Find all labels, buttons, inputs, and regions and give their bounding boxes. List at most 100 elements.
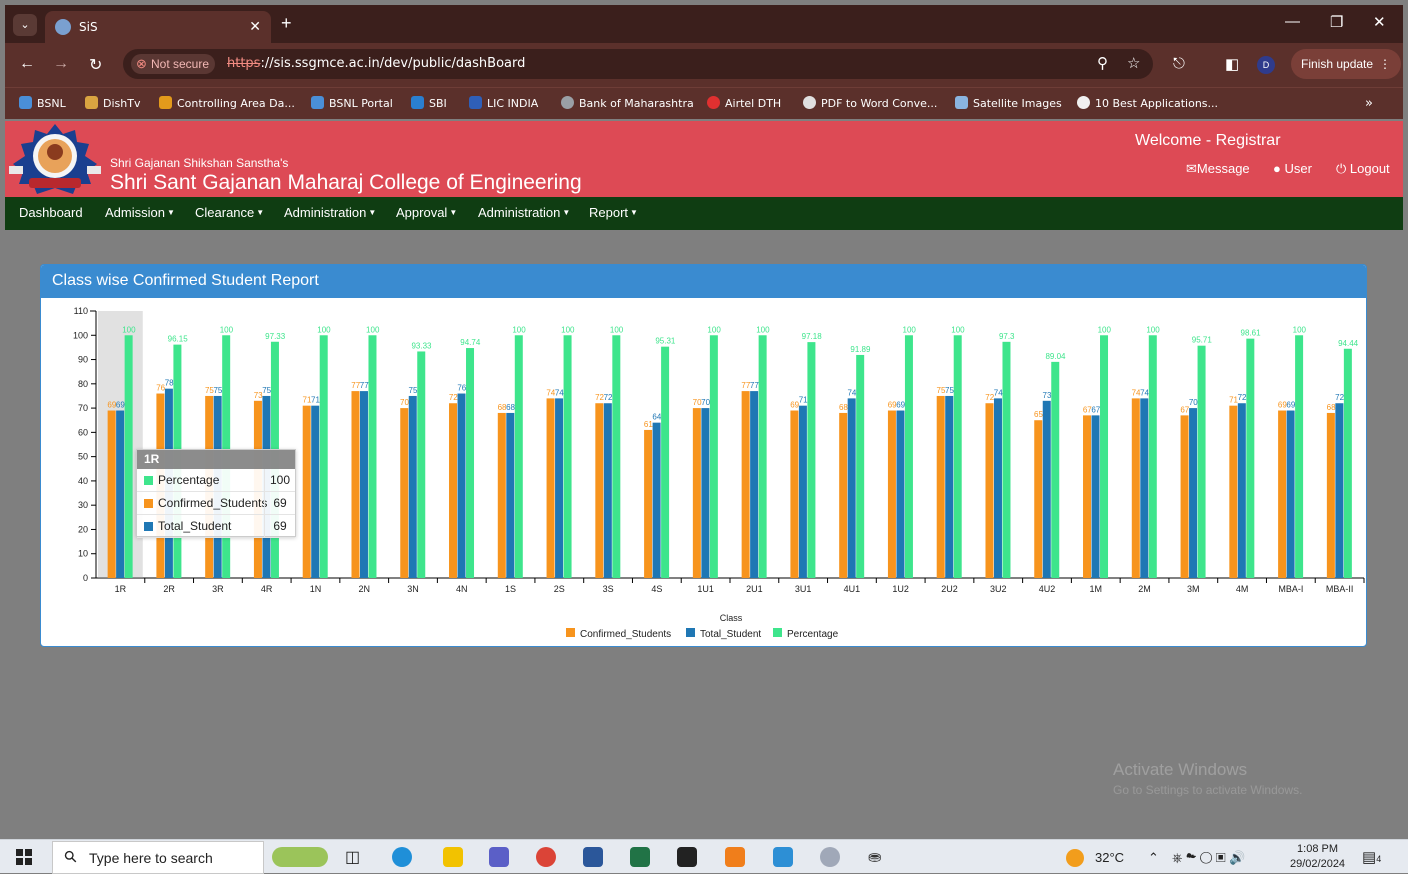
- bar-confirmed_students: [790, 410, 799, 578]
- address-bar[interactable]: Not secure https://sis.ssgmce.ac.in/dev/…: [123, 49, 1153, 79]
- bar-percentage: [807, 342, 816, 578]
- reload-button[interactable]: ↻: [89, 55, 102, 75]
- chrome-icon[interactable]: [536, 847, 556, 867]
- menu-report[interactable]: Report ▼: [589, 205, 638, 220]
- x-tick-label: 3U2: [990, 584, 1007, 594]
- menu-label: Administration: [478, 205, 561, 220]
- bookmark-item[interactable]: BSNL: [19, 96, 66, 110]
- caret-down-icon: ▼: [256, 208, 265, 217]
- y-tick-label: 90: [78, 355, 88, 365]
- menu-clearance[interactable]: Clearance ▼: [195, 205, 264, 220]
- tooltip-row: Confirmed_Students 69: [137, 492, 295, 515]
- temperature[interactable]: 32°C: [1095, 850, 1124, 865]
- data-label: 100: [951, 325, 965, 334]
- back-button[interactable]: ←: [19, 55, 35, 73]
- data-label: 68: [839, 403, 848, 412]
- data-label: 74: [1140, 388, 1149, 397]
- tab-active[interactable]: SiS ✕: [45, 11, 271, 43]
- side-panel-icon[interactable]: ◧: [1225, 55, 1239, 73]
- bar-percentage: [856, 354, 865, 578]
- logout-link[interactable]: ⏻ Logout: [1336, 161, 1390, 177]
- data-label: 97.18: [802, 332, 823, 341]
- bar-percentage: [953, 335, 962, 578]
- bookmark-label: Satellite Images: [973, 97, 1062, 110]
- search-highlight-icon[interactable]: [272, 847, 328, 867]
- tray-chevron-icon[interactable]: ⌃: [1148, 850, 1159, 866]
- bar-confirmed_students: [985, 403, 994, 578]
- bookmark-item[interactable]: SBI: [411, 96, 447, 110]
- clock[interactable]: 1:08 PM 29/02/2024: [1290, 842, 1345, 872]
- message-link[interactable]: ✉Message: [1186, 161, 1250, 177]
- profile-avatar[interactable]: D: [1257, 56, 1275, 74]
- data-label: 77: [360, 381, 369, 390]
- bar-total_student: [116, 410, 125, 578]
- word-icon[interactable]: [583, 847, 603, 867]
- restore-button[interactable]: ❐: [1330, 13, 1343, 31]
- tab-search-button[interactable]: ⌄: [13, 14, 37, 36]
- y-tick-label: 80: [78, 379, 88, 389]
- url-text[interactable]: https://sis.ssgmce.ac.in/dev/public/dash…: [227, 56, 525, 71]
- bar-confirmed_students: [1180, 415, 1189, 578]
- x-tick-label: MBA-II: [1326, 584, 1354, 594]
- bookmark-item[interactable]: DishTv: [85, 96, 140, 110]
- data-label: 100: [610, 325, 624, 334]
- bar-total_student: [311, 405, 320, 578]
- bookmark-item[interactable]: Controlling Area Da...: [159, 96, 295, 110]
- taskbar-search[interactable]: Type here to search: [52, 841, 264, 874]
- bookmark-item[interactable]: Satellite Images: [955, 96, 1062, 110]
- notification-icon[interactable]: ▤4: [1362, 848, 1381, 866]
- bar-confirmed_students: [449, 403, 458, 578]
- installer-icon[interactable]: ⛂: [868, 847, 888, 867]
- bookmark-item[interactable]: 10 Best Applications...: [1077, 96, 1218, 110]
- windows-start-icon[interactable]: [16, 849, 32, 865]
- data-label: 97.3: [999, 332, 1015, 341]
- forward-button[interactable]: →: [53, 55, 69, 73]
- data-label: 93.33: [411, 341, 432, 350]
- new-tab-button[interactable]: +: [281, 13, 292, 34]
- app-icon[interactable]: [773, 847, 793, 867]
- edge-icon[interactable]: [392, 847, 412, 867]
- menu-administration-2[interactable]: Administration ▼: [478, 205, 570, 220]
- teams-icon[interactable]: [489, 847, 509, 867]
- activate-windows-subtitle: Go to Settings to activate Windows.: [1113, 783, 1303, 797]
- browser-toolbar: ← → ↻ Not secure https://sis.ssgmce.ac.i…: [5, 43, 1403, 87]
- bookmark-item[interactable]: BSNL Portal: [311, 96, 393, 110]
- bookmark-item[interactable]: Airtel DTH: [707, 96, 781, 110]
- menu-admission[interactable]: Admission ▼: [105, 205, 175, 220]
- window-close-button[interactable]: ✕: [1373, 13, 1386, 31]
- tooltip-title: 1R: [137, 450, 295, 469]
- tray-apps-icon[interactable]: ⎈ ☁ ◯ ▣ 🔊: [1172, 850, 1245, 866]
- bookmark-item[interactable]: LIC INDIA: [469, 96, 538, 110]
- bookmark-item[interactable]: PDF to Word Conve...: [803, 96, 937, 110]
- tab-close-icon[interactable]: ✕: [249, 18, 261, 35]
- paint-icon[interactable]: [820, 847, 840, 867]
- bar-total_student: [1237, 403, 1246, 578]
- user-link[interactable]: ● User: [1273, 161, 1312, 176]
- file-explorer-icon[interactable]: [443, 847, 463, 867]
- menu-dashboard[interactable]: Dashboard: [19, 205, 83, 220]
- extensions-icon[interactable]: ⎋: [1173, 55, 1185, 72]
- menu-administration[interactable]: Administration ▼: [284, 205, 376, 220]
- finish-update-button[interactable]: Finish update ⋮: [1291, 49, 1401, 79]
- bar-percentage: [319, 335, 328, 578]
- minimize-button[interactable]: —: [1285, 13, 1300, 30]
- x-tick-label: 4R: [261, 584, 273, 594]
- data-label: 94.74: [460, 338, 481, 347]
- tooltip-row: Percentage 100: [137, 469, 295, 492]
- excel-icon[interactable]: [630, 847, 650, 867]
- bookmark-label: 10 Best Applications...: [1095, 97, 1219, 110]
- terminal-icon[interactable]: [677, 847, 697, 867]
- zoom-icon[interactable]: ⚲: [1097, 54, 1108, 72]
- task-view-icon[interactable]: ◫: [345, 847, 365, 867]
- more-bookmarks-icon[interactable]: »: [1365, 96, 1373, 111]
- bookmark-star-icon[interactable]: ☆: [1127, 54, 1140, 72]
- bar-total_student: [1140, 398, 1149, 578]
- sublime-icon[interactable]: [725, 847, 745, 867]
- bookmark-item[interactable]: Bank of Maharashtra: [561, 96, 694, 110]
- bar-confirmed_students: [595, 403, 604, 578]
- menu-approval[interactable]: Approval ▼: [396, 205, 457, 220]
- weather-sun-icon[interactable]: [1066, 849, 1084, 867]
- data-label: 69: [116, 401, 125, 410]
- college-logo: [9, 124, 101, 194]
- not-secure-badge[interactable]: Not secure: [131, 54, 216, 74]
